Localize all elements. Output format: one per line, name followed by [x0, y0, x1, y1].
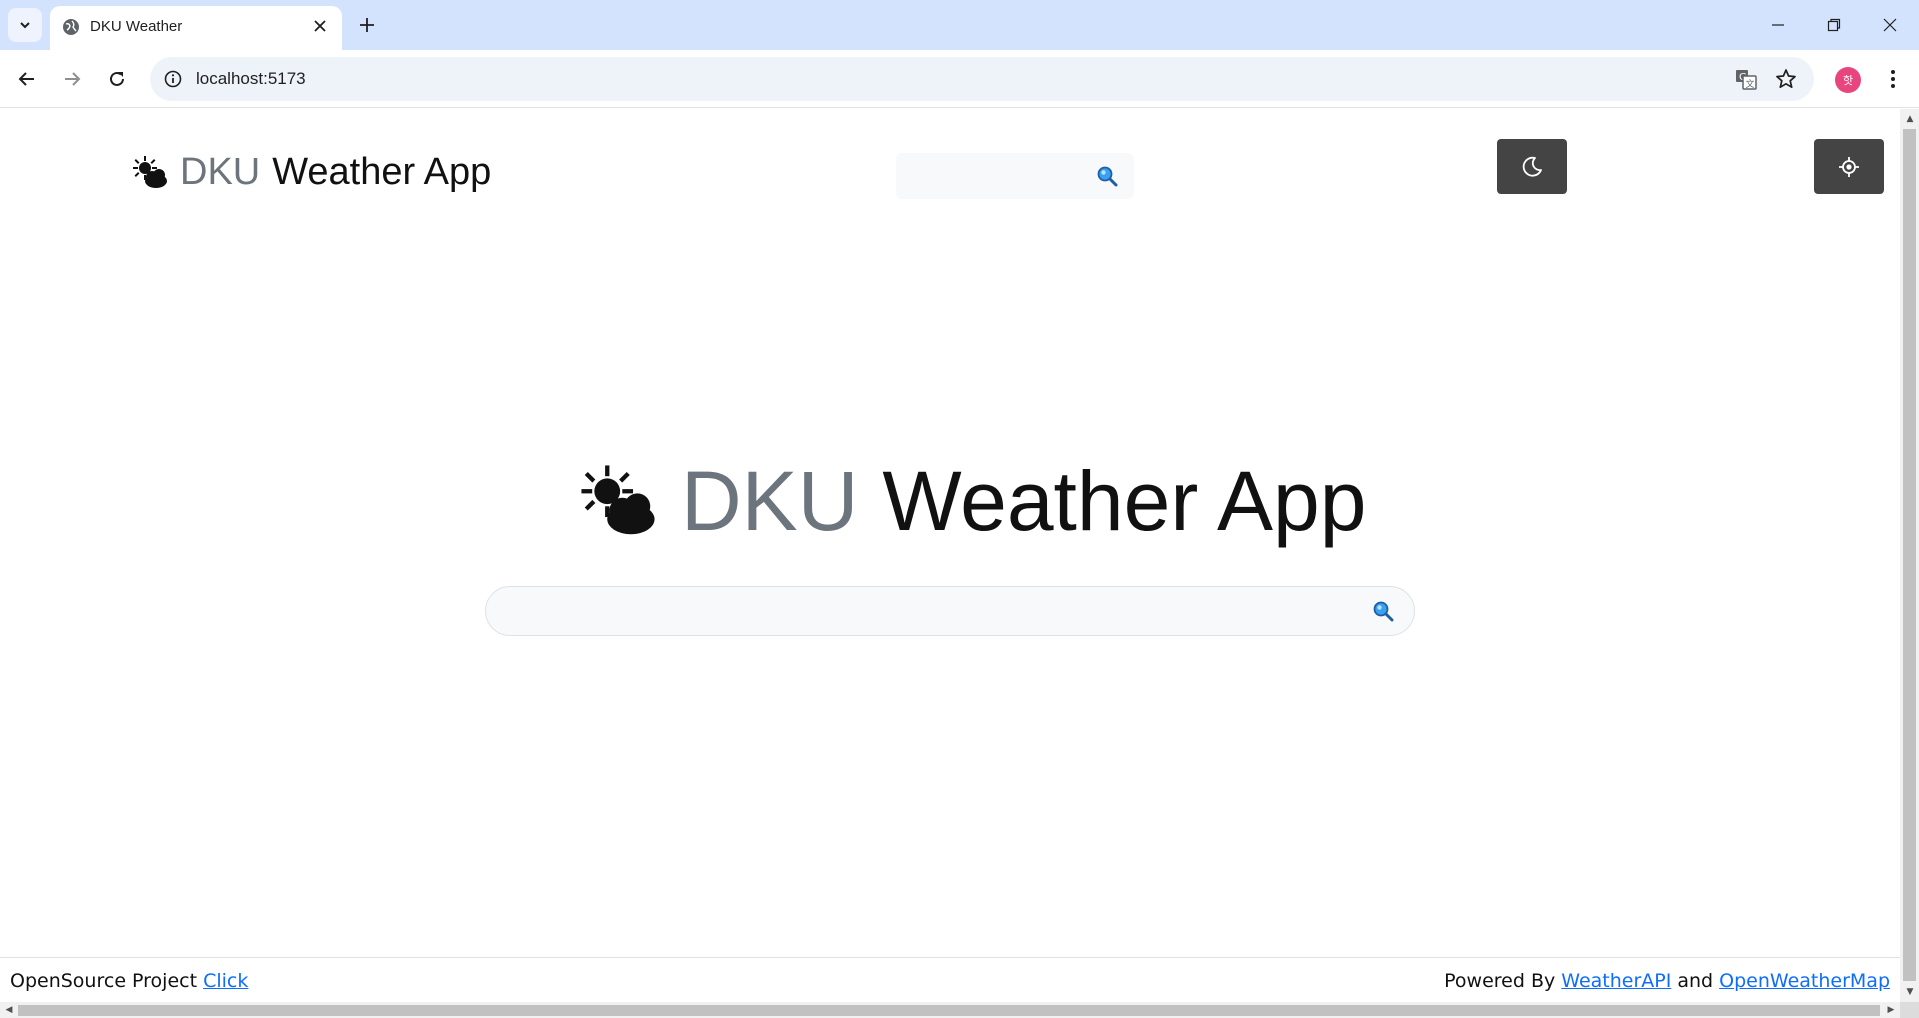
close-icon — [1883, 18, 1897, 32]
back-button[interactable] — [10, 62, 44, 96]
footer-right: Powered By WeatherAPI and OpenWeatherMap — [1444, 970, 1890, 992]
brand-dku-text: DKU — [180, 151, 261, 193]
minimize-icon — [1772, 24, 1784, 26]
reload-icon — [110, 71, 124, 86]
forward-button[interactable] — [55, 62, 89, 96]
globe-icon — [63, 19, 79, 35]
header-search-box — [896, 153, 1134, 199]
crosshair-icon — [1839, 156, 1859, 177]
vertical-scroll-thumb[interactable] — [1903, 129, 1916, 981]
restore-button[interactable] — [1806, 0, 1862, 50]
close-icon — [314, 20, 326, 32]
main-search-box — [485, 586, 1415, 636]
browser-menu-button[interactable] — [1877, 63, 1909, 95]
sun-behind-cloud-icon — [581, 464, 655, 534]
brand-title-text: Weather App — [272, 151, 492, 193]
search-icon[interactable] — [1096, 165, 1118, 187]
footer-left: OpenSource Project Click — [10, 970, 248, 992]
main-search-input[interactable] — [486, 587, 1346, 635]
current-location-button[interactable] — [1814, 139, 1884, 194]
navbar-brand[interactable]: DKU Weather App — [130, 151, 491, 194]
search-icon[interactable] — [1372, 600, 1394, 622]
star-icon — [1776, 69, 1796, 89]
plus-icon — [360, 18, 374, 32]
profile-avatar[interactable]: 핫 — [1835, 67, 1861, 93]
footer-powered-text: Powered By — [1444, 970, 1562, 992]
more-vert-icon — [1891, 70, 1895, 88]
translate-icon: G文 — [1736, 70, 1757, 90]
scroll-down-arrow[interactable]: ▼ — [1902, 984, 1918, 1000]
scroll-up-arrow[interactable]: ▲ — [1902, 111, 1918, 127]
page-viewport: DKU Weather App DKU Weather App OpenSour… — [0, 109, 1900, 1002]
hero-dku-text: DKU — [681, 454, 859, 548]
tab-close-button[interactable] — [308, 14, 332, 38]
restore-icon — [1827, 18, 1841, 32]
scroll-left-arrow[interactable]: ◀ — [1, 1002, 17, 1018]
arrow-left-icon — [18, 72, 34, 86]
page-footer: OpenSource Project Click Powered By Weat… — [0, 957, 1900, 1002]
chevron-down-icon — [20, 22, 30, 29]
browser-toolbar: localhost:5173 G文 핫 — [0, 50, 1919, 108]
arrow-right-icon — [65, 72, 81, 86]
hero-title-text: Weather App — [882, 454, 1367, 548]
dark-mode-toggle-button[interactable] — [1497, 139, 1567, 194]
address-bar[interactable]: localhost:5173 G文 — [150, 57, 1814, 101]
close-window-button[interactable] — [1862, 0, 1918, 50]
url-text: localhost:5173 — [196, 69, 306, 88]
svg-text:文: 文 — [1746, 78, 1755, 90]
moon-icon — [1522, 156, 1542, 177]
browser-tab[interactable]: DKU Weather — [50, 6, 342, 50]
translate-button[interactable]: G文 — [1732, 65, 1760, 93]
weatherapi-link[interactable]: WeatherAPI — [1561, 970, 1671, 992]
footer-and-text: and — [1671, 970, 1720, 992]
footer-project-text: OpenSource Project — [10, 970, 204, 992]
header-search-input[interactable] — [896, 153, 1096, 199]
openweathermap-link[interactable]: OpenWeatherMap — [1719, 970, 1890, 992]
site-info-button[interactable] — [162, 68, 184, 90]
scroll-right-arrow[interactable]: ▶ — [1883, 1002, 1899, 1018]
reload-button[interactable] — [100, 62, 134, 96]
minimize-button[interactable] — [1750, 0, 1806, 50]
tab-title: DKU Weather — [90, 18, 183, 35]
footer-click-link[interactable]: Click — [203, 970, 248, 992]
sun-behind-cloud-icon — [133, 155, 167, 188]
scrollbar-corner — [1900, 1002, 1919, 1018]
bookmark-button[interactable] — [1772, 65, 1800, 93]
horizontal-scrollbar[interactable]: ◀ ▶ — [0, 1002, 1900, 1018]
vertical-scrollbar[interactable]: ▲ ▼ — [1900, 109, 1919, 1002]
hero-title: DKU Weather App — [575, 453, 1366, 550]
horizontal-scroll-thumb[interactable] — [18, 1005, 1880, 1016]
info-icon — [164, 70, 182, 88]
tab-search-button[interactable] — [8, 8, 42, 42]
browser-tabstrip: DKU Weather — [0, 0, 1919, 50]
new-tab-button[interactable] — [352, 10, 382, 40]
